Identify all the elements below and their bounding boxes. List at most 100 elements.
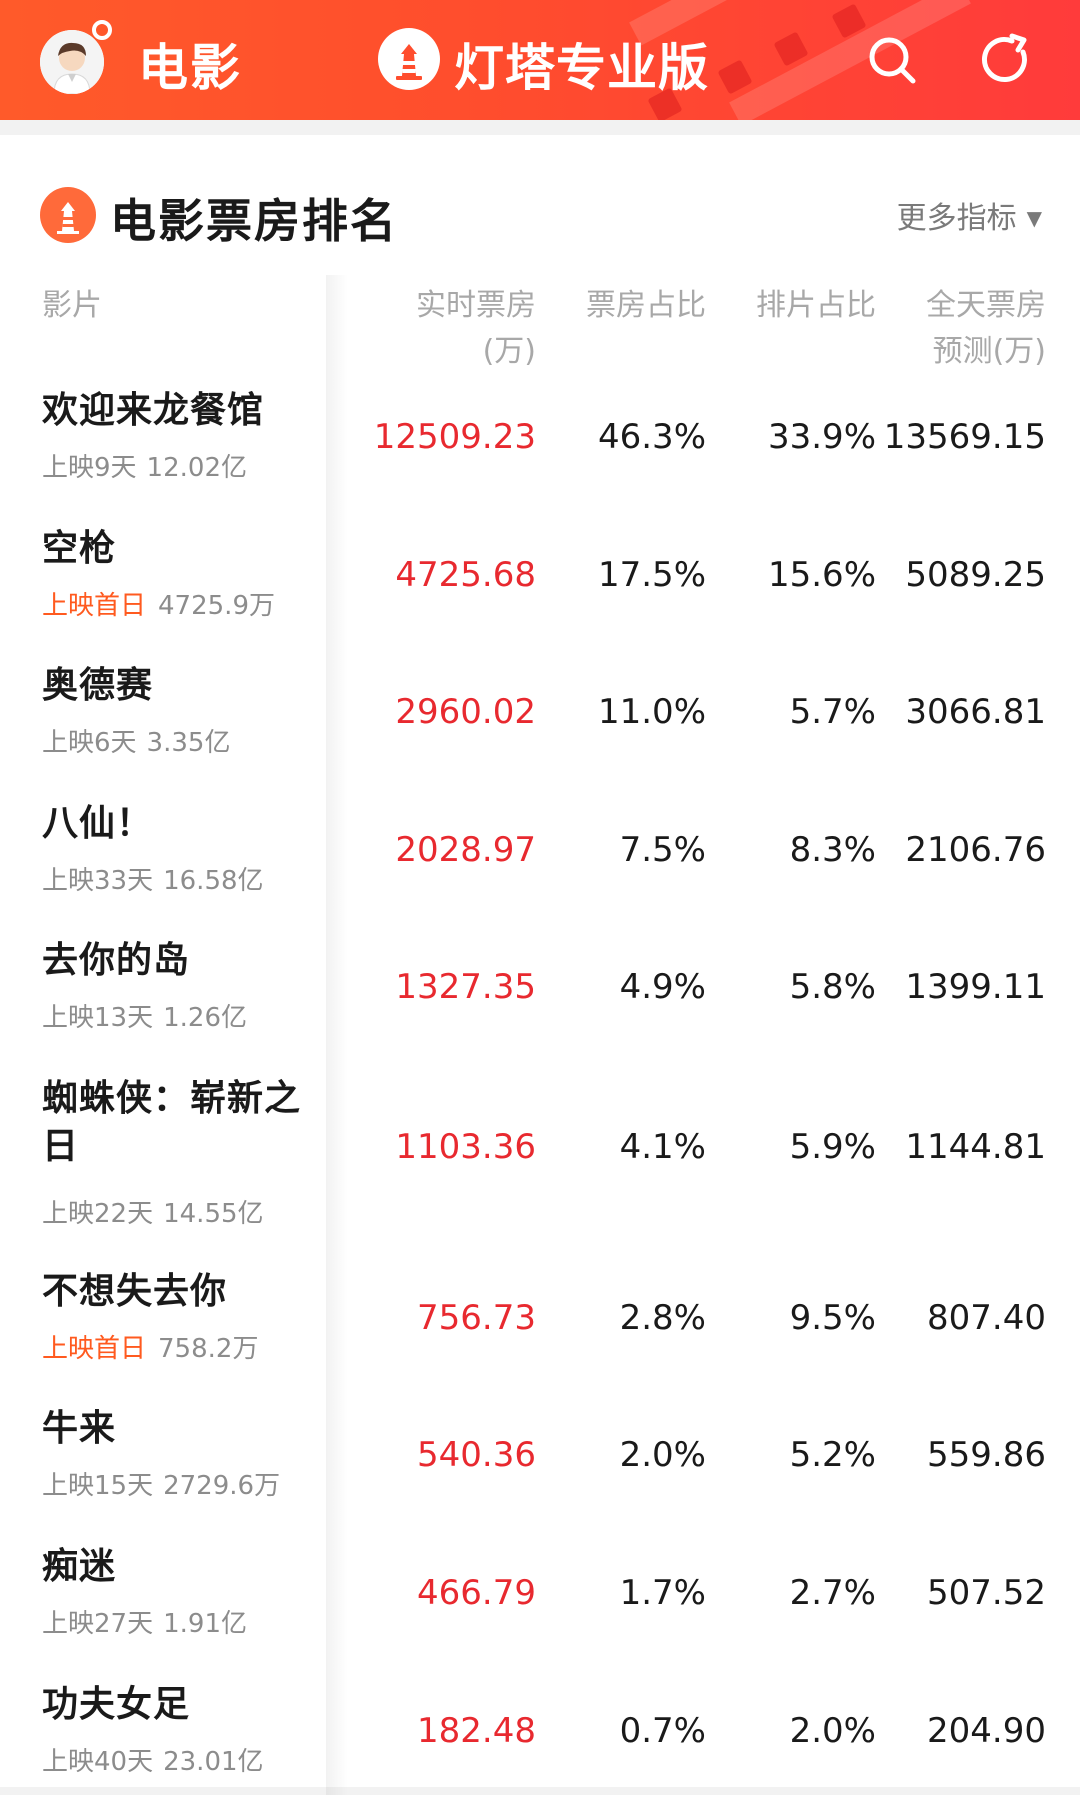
- schedule-share-value: 2.7%: [789, 1573, 876, 1613]
- release-days: 上映22天: [42, 1199, 154, 1229]
- search-icon: [869, 37, 916, 84]
- film-release-info: 上映首日 4725.9万: [42, 585, 275, 622]
- cumulative-box-office: 3.35亿: [146, 728, 231, 758]
- app-header: 电影 灯塔专业版: [0, 0, 1080, 120]
- release-days: 上映33天: [42, 866, 154, 896]
- film-release-info: 上映15天 2729.6万: [42, 1465, 280, 1502]
- refresh-icon: [982, 33, 1027, 82]
- box-share-value: 4.1%: [619, 1127, 706, 1167]
- film-name: 不想失去你: [42, 1271, 228, 1312]
- live-box-office-value: 756.73: [417, 1298, 536, 1338]
- cumulative-box-office: 12.02亿: [146, 453, 247, 483]
- forecast-value: 507.52: [927, 1573, 1046, 1613]
- schedule-share-value: 33.9%: [767, 417, 876, 457]
- column-header-box-share[interactable]: 票房占比: [546, 283, 706, 329]
- column-header-line: 实时票房: [416, 288, 536, 323]
- box-share-value: 0.7%: [619, 1711, 706, 1751]
- release-days: 上映27天: [42, 1609, 154, 1639]
- schedule-share-value: 15.6%: [767, 555, 876, 595]
- column-header-line: 预测(万): [932, 334, 1046, 369]
- cumulative-box-office: 16.58亿: [163, 866, 264, 896]
- schedule-share-value: 5.8%: [789, 967, 876, 1007]
- schedule-share-value: 2.0%: [789, 1711, 876, 1751]
- more-metrics-label: 更多指标: [896, 201, 1017, 236]
- live-box-office-value: 2028.97: [395, 830, 536, 870]
- column-header-schedule-share[interactable]: 排片占比: [716, 283, 876, 329]
- column-header-film[interactable]: 影片: [42, 283, 102, 329]
- cumulative-box-office: 758.2万: [158, 1334, 259, 1364]
- film-name: 功夫女足: [42, 1684, 191, 1725]
- film-name: 去你的岛: [42, 940, 191, 981]
- page-title: 电影: [138, 39, 242, 97]
- brand-name: 灯塔专业版: [454, 39, 709, 97]
- cumulative-box-office: 23.01亿: [163, 1747, 264, 1777]
- film-name: 八仙！: [42, 803, 154, 844]
- more-metrics-dropdown[interactable]: 更多指标 ▼: [897, 193, 1042, 237]
- box-share-value: 4.9%: [619, 967, 706, 1007]
- release-days: 上映6天: [42, 728, 137, 758]
- lighthouse-small-icon: [40, 187, 96, 243]
- caret-down-icon: ▼: [1026, 206, 1042, 230]
- forecast-value: 807.40: [927, 1298, 1046, 1338]
- release-days: 上映40天: [42, 1747, 154, 1777]
- box-share-value: 11.0%: [597, 692, 706, 732]
- film-release-info: 上映9天 12.02亿: [42, 447, 247, 484]
- search-button[interactable]: [862, 30, 922, 90]
- forecast-value: 1399.11: [905, 967, 1046, 1007]
- release-days: 上映13天: [42, 1003, 154, 1033]
- film-release-info: 上映6天 3.35亿: [42, 722, 230, 759]
- column-header-forecast[interactable]: 全天票房 预测(万): [886, 283, 1046, 375]
- schedule-share-value: 5.9%: [789, 1127, 876, 1167]
- film-release-info: 上映首日 758.2万: [42, 1328, 258, 1365]
- schedule-share-value: 9.5%: [789, 1298, 876, 1338]
- film-release-info: 上映13天 1.26亿: [42, 997, 247, 1034]
- live-box-office-value: 12509.23: [373, 417, 536, 457]
- box-share-value: 2.0%: [619, 1435, 706, 1475]
- schedule-share-value: 5.7%: [789, 692, 876, 732]
- lighthouse-logo-icon: [378, 28, 440, 90]
- film-name: 欢迎来龙餐馆: [42, 390, 265, 431]
- film-name: 痴迷: [42, 1546, 117, 1587]
- live-box-office-value: 4725.68: [395, 555, 536, 595]
- frozen-column-shadow: [326, 275, 348, 1795]
- header-decor-square: [717, 59, 753, 95]
- box-share-value: 1.7%: [619, 1573, 706, 1613]
- box-share-value: 46.3%: [597, 417, 706, 457]
- live-box-office-value: 1103.36: [395, 1127, 536, 1167]
- film-name: 蜘蛛侠：崭新之日: [42, 1078, 302, 1167]
- film-name: 牛来: [42, 1408, 117, 1449]
- film-release-info: 上映40天 23.01亿: [42, 1741, 264, 1778]
- avatar[interactable]: [40, 30, 104, 94]
- film-name: 空枪: [42, 528, 117, 569]
- schedule-share-value: 5.2%: [789, 1435, 876, 1475]
- cumulative-box-office: 1.26亿: [163, 1003, 247, 1033]
- cumulative-box-office: 2729.6万: [163, 1471, 281, 1501]
- first-day-tag: 上映首日: [42, 591, 147, 621]
- release-days: 上映15天: [42, 1471, 154, 1501]
- header-decor-square: [773, 31, 809, 67]
- column-header-live-box-office[interactable]: 实时票房 (万): [356, 283, 536, 375]
- box-share-value: 2.8%: [619, 1298, 706, 1338]
- notification-dot-icon: [92, 20, 112, 40]
- cumulative-box-office: 4725.9万: [158, 591, 275, 621]
- schedule-share-value: 8.3%: [789, 830, 876, 870]
- column-header-line: (万): [482, 334, 536, 369]
- forecast-value: 5089.25: [905, 555, 1046, 595]
- forecast-value: 559.86: [927, 1435, 1046, 1475]
- film-release-info: 上映27天 1.91亿: [42, 1603, 247, 1640]
- live-box-office-value: 540.36: [417, 1435, 536, 1475]
- live-box-office-value: 466.79: [417, 1573, 536, 1613]
- live-box-office-value: 1327.35: [395, 967, 536, 1007]
- cumulative-box-office: 1.91亿: [163, 1609, 247, 1639]
- cumulative-box-office: 14.55亿: [163, 1199, 264, 1229]
- live-box-office-value: 2960.02: [395, 692, 536, 732]
- film-release-info: 上映33天 16.58亿: [42, 860, 264, 897]
- forecast-value: 2106.76: [905, 830, 1046, 870]
- first-day-tag: 上映首日: [42, 1334, 147, 1364]
- user-avatar-icon: [40, 30, 104, 94]
- release-days: 上映9天: [42, 453, 137, 483]
- box-share-value: 17.5%: [597, 555, 706, 595]
- section-title: 电影票房排名: [110, 194, 398, 248]
- forecast-value: 204.90: [927, 1711, 1046, 1751]
- refresh-button[interactable]: [976, 30, 1036, 90]
